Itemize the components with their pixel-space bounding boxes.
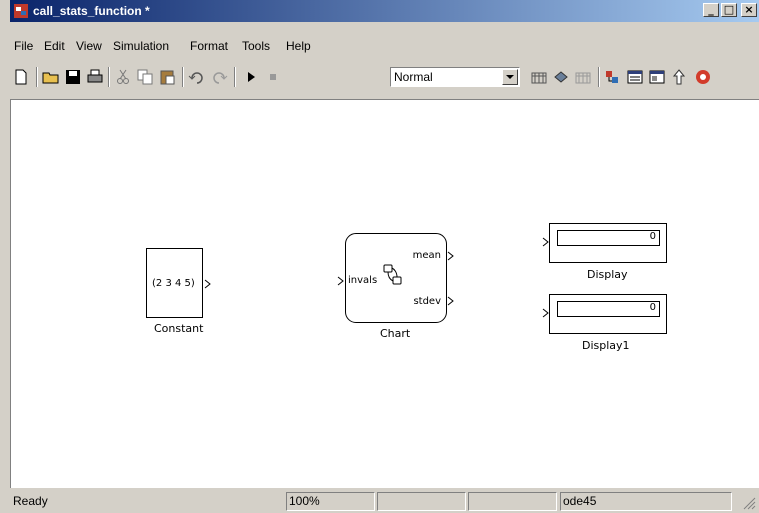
- copy-icon[interactable]: [136, 68, 154, 86]
- status-ready: Ready: [13, 494, 48, 508]
- simulink-app-icon: [14, 4, 28, 18]
- status-zoom: 100%: [286, 492, 375, 511]
- print-icon[interactable]: [86, 68, 104, 86]
- chart-output-mean-label: mean: [412, 250, 441, 261]
- menu-view[interactable]: View: [76, 38, 102, 54]
- minimize-button[interactable]: _: [703, 3, 719, 17]
- open-folder-icon[interactable]: [42, 68, 60, 86]
- chart-output-port-mean[interactable]: [447, 251, 455, 261]
- menu-simulation[interactable]: Simulation: [113, 38, 169, 54]
- menu-edit[interactable]: Edit: [44, 38, 65, 54]
- paste-icon[interactable]: [158, 68, 176, 86]
- constant-block[interactable]: (2 3 4 5): [146, 248, 203, 318]
- update-diagram-icon[interactable]: [552, 68, 570, 86]
- menu-format[interactable]: Format: [190, 38, 228, 54]
- target-icon[interactable]: [692, 68, 710, 86]
- title-bar[interactable]: call_stats_function * _ □ ×: [10, 0, 759, 22]
- window-title: call_stats_function *: [33, 4, 150, 18]
- toolbar-separator: [234, 67, 236, 87]
- status-solver: ode45: [560, 492, 732, 511]
- redo-icon[interactable]: [210, 68, 228, 86]
- menu-file[interactable]: File: [14, 38, 33, 54]
- library-browser-icon[interactable]: [604, 68, 622, 86]
- status-bar: Ready 100% ode45: [10, 490, 759, 513]
- menu-bar: File Edit View Simulation Format Tools H…: [10, 36, 759, 56]
- simulation-mode-value: Normal: [394, 70, 433, 84]
- constant-output-port[interactable]: [204, 279, 212, 289]
- build-icon[interactable]: [530, 68, 548, 86]
- stateflow-chart-icon: [383, 264, 402, 285]
- display1-label: Display1: [582, 339, 630, 352]
- chart-input-port[interactable]: [337, 276, 345, 286]
- toolbar-separator: [598, 67, 600, 87]
- toolbar-separator: [36, 67, 38, 87]
- toolbar-separator: [108, 67, 110, 87]
- new-file-icon[interactable]: [12, 68, 30, 86]
- display1-value: 0: [649, 302, 656, 313]
- menu-tools[interactable]: Tools: [242, 38, 270, 54]
- toolbar-separator: [182, 67, 184, 87]
- display-value: 0: [649, 231, 656, 242]
- constant-label: Constant: [154, 322, 204, 335]
- display-label: Display: [587, 268, 628, 281]
- maximize-button[interactable]: □: [721, 3, 737, 17]
- debugger-icon[interactable]: [648, 68, 666, 86]
- model-explorer-icon[interactable]: [626, 68, 644, 86]
- toolbar: Normal: [10, 62, 759, 92]
- model-window: call_stats_function * _ □ × File Edit Vi…: [10, 0, 759, 513]
- status-pane-3: [377, 492, 466, 511]
- model-canvas[interactable]: (2 3 4 5) Constant invals mean stdev Cha…: [10, 99, 759, 488]
- chart-block[interactable]: invals mean stdev: [345, 233, 447, 323]
- menu-help[interactable]: Help: [286, 38, 311, 54]
- stop-icon[interactable]: [264, 68, 282, 86]
- display-readout: 0: [557, 230, 660, 246]
- constant-value: (2 3 4 5): [152, 278, 195, 289]
- chevron-down-icon[interactable]: [502, 69, 518, 85]
- display-block[interactable]: 0: [549, 223, 667, 263]
- build-subsystem-icon[interactable]: [574, 68, 592, 86]
- chart-label: Chart: [380, 327, 411, 340]
- cut-icon[interactable]: [114, 68, 132, 86]
- display1-readout: 0: [557, 301, 660, 317]
- navigate-up-icon[interactable]: [670, 68, 688, 86]
- display1-block[interactable]: 0: [549, 294, 667, 334]
- close-button[interactable]: ×: [741, 3, 757, 17]
- play-icon[interactable]: [242, 68, 260, 86]
- status-pane-4: [468, 492, 557, 511]
- save-icon[interactable]: [64, 68, 82, 86]
- chart-output-stdev-label: stdev: [413, 296, 441, 307]
- chart-input-label: invals: [348, 275, 378, 286]
- undo-icon[interactable]: [188, 68, 206, 86]
- chart-output-port-stdev[interactable]: [447, 296, 455, 306]
- resize-grip-icon[interactable]: [742, 496, 756, 510]
- simulation-mode-select[interactable]: Normal: [390, 67, 520, 87]
